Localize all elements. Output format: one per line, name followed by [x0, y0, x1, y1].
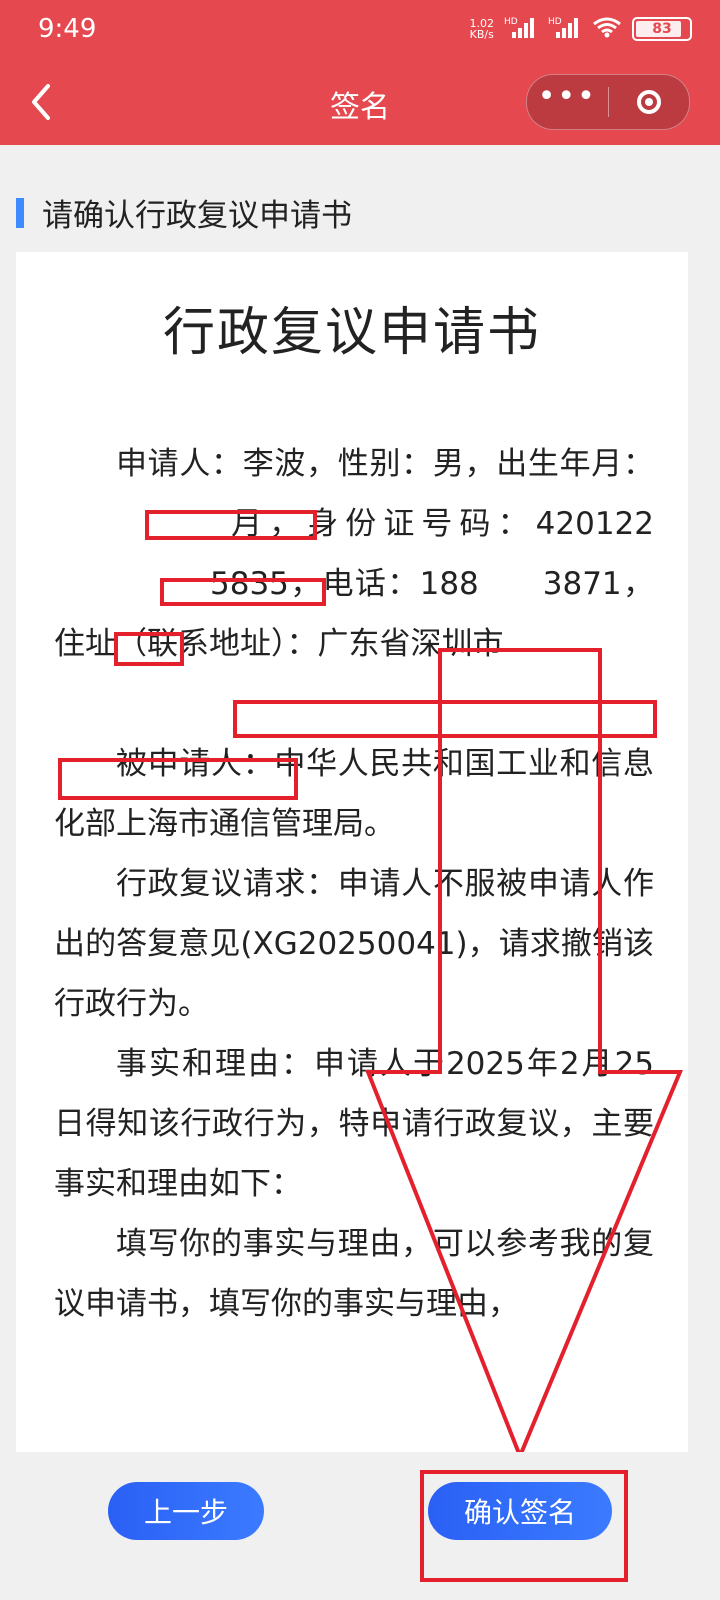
header: 9:49 1.02 KB/s HD HD 83 签名 ••• [0, 0, 720, 145]
previous-step-button[interactable]: 上一步 [108, 1482, 264, 1540]
mini-program-capsule: ••• [526, 74, 690, 130]
svg-text:HD: HD [548, 17, 562, 27]
redaction-box [58, 758, 298, 800]
facts-paragraph: 事实和理由：申请人于2025年2月25日得知该行政行为，特申请行政复议，主要事实… [54, 1046, 654, 1202]
redaction-box [160, 578, 326, 606]
battery-icon: 83 [632, 16, 692, 41]
target-close-icon [636, 90, 661, 114]
instruction-paragraph: 填写你的事实与理由，可以参考我的复议申请书，填写你的事实与理由， [54, 1226, 654, 1322]
close-mini-program-button[interactable] [609, 75, 690, 129]
section-accent-bar [16, 197, 24, 228]
section-heading: 请确认行政复议申请书 [16, 190, 352, 235]
document-preview[interactable]: 行政复议申请书 申请人：李波，性别：男，出生年月：月，身份证号码：4201225… [16, 252, 688, 1452]
document-body: 申请人：李波，性别：男，出生年月：月，身份证号码：4201225835，电话：1… [54, 434, 654, 1334]
redaction-box [233, 700, 657, 738]
request-paragraph: 行政复议请求：申请人不服被申请人作出的答复意见(XG20250041)，请求撤销… [54, 866, 654, 1022]
confirm-signature-button[interactable]: 确认签名 [428, 1482, 612, 1540]
signal-icon: HD [504, 16, 538, 41]
svg-text:HD: HD [504, 17, 518, 27]
redaction-box [114, 632, 184, 666]
net-speed: 1.02 KB/s [469, 16, 495, 41]
wifi-icon [592, 16, 622, 41]
more-button[interactable]: ••• [527, 75, 608, 129]
signal-icon: HD [548, 16, 582, 41]
status-icons: 1.02 KB/s HD HD 83 [469, 16, 692, 41]
more-dots-icon: ••• [537, 79, 597, 114]
document-title: 行政复议申请书 [162, 303, 541, 363]
status-time: 9:49 [38, 14, 97, 44]
redaction-box [145, 510, 317, 540]
bottom-bar [0, 1452, 720, 1600]
section-title: 请确认行政复议申请书 [42, 198, 352, 234]
applicant-paragraph: 申请人：李波，性别：男，出生年月：月，身份证号码：4201225835，电话：1… [54, 446, 655, 662]
